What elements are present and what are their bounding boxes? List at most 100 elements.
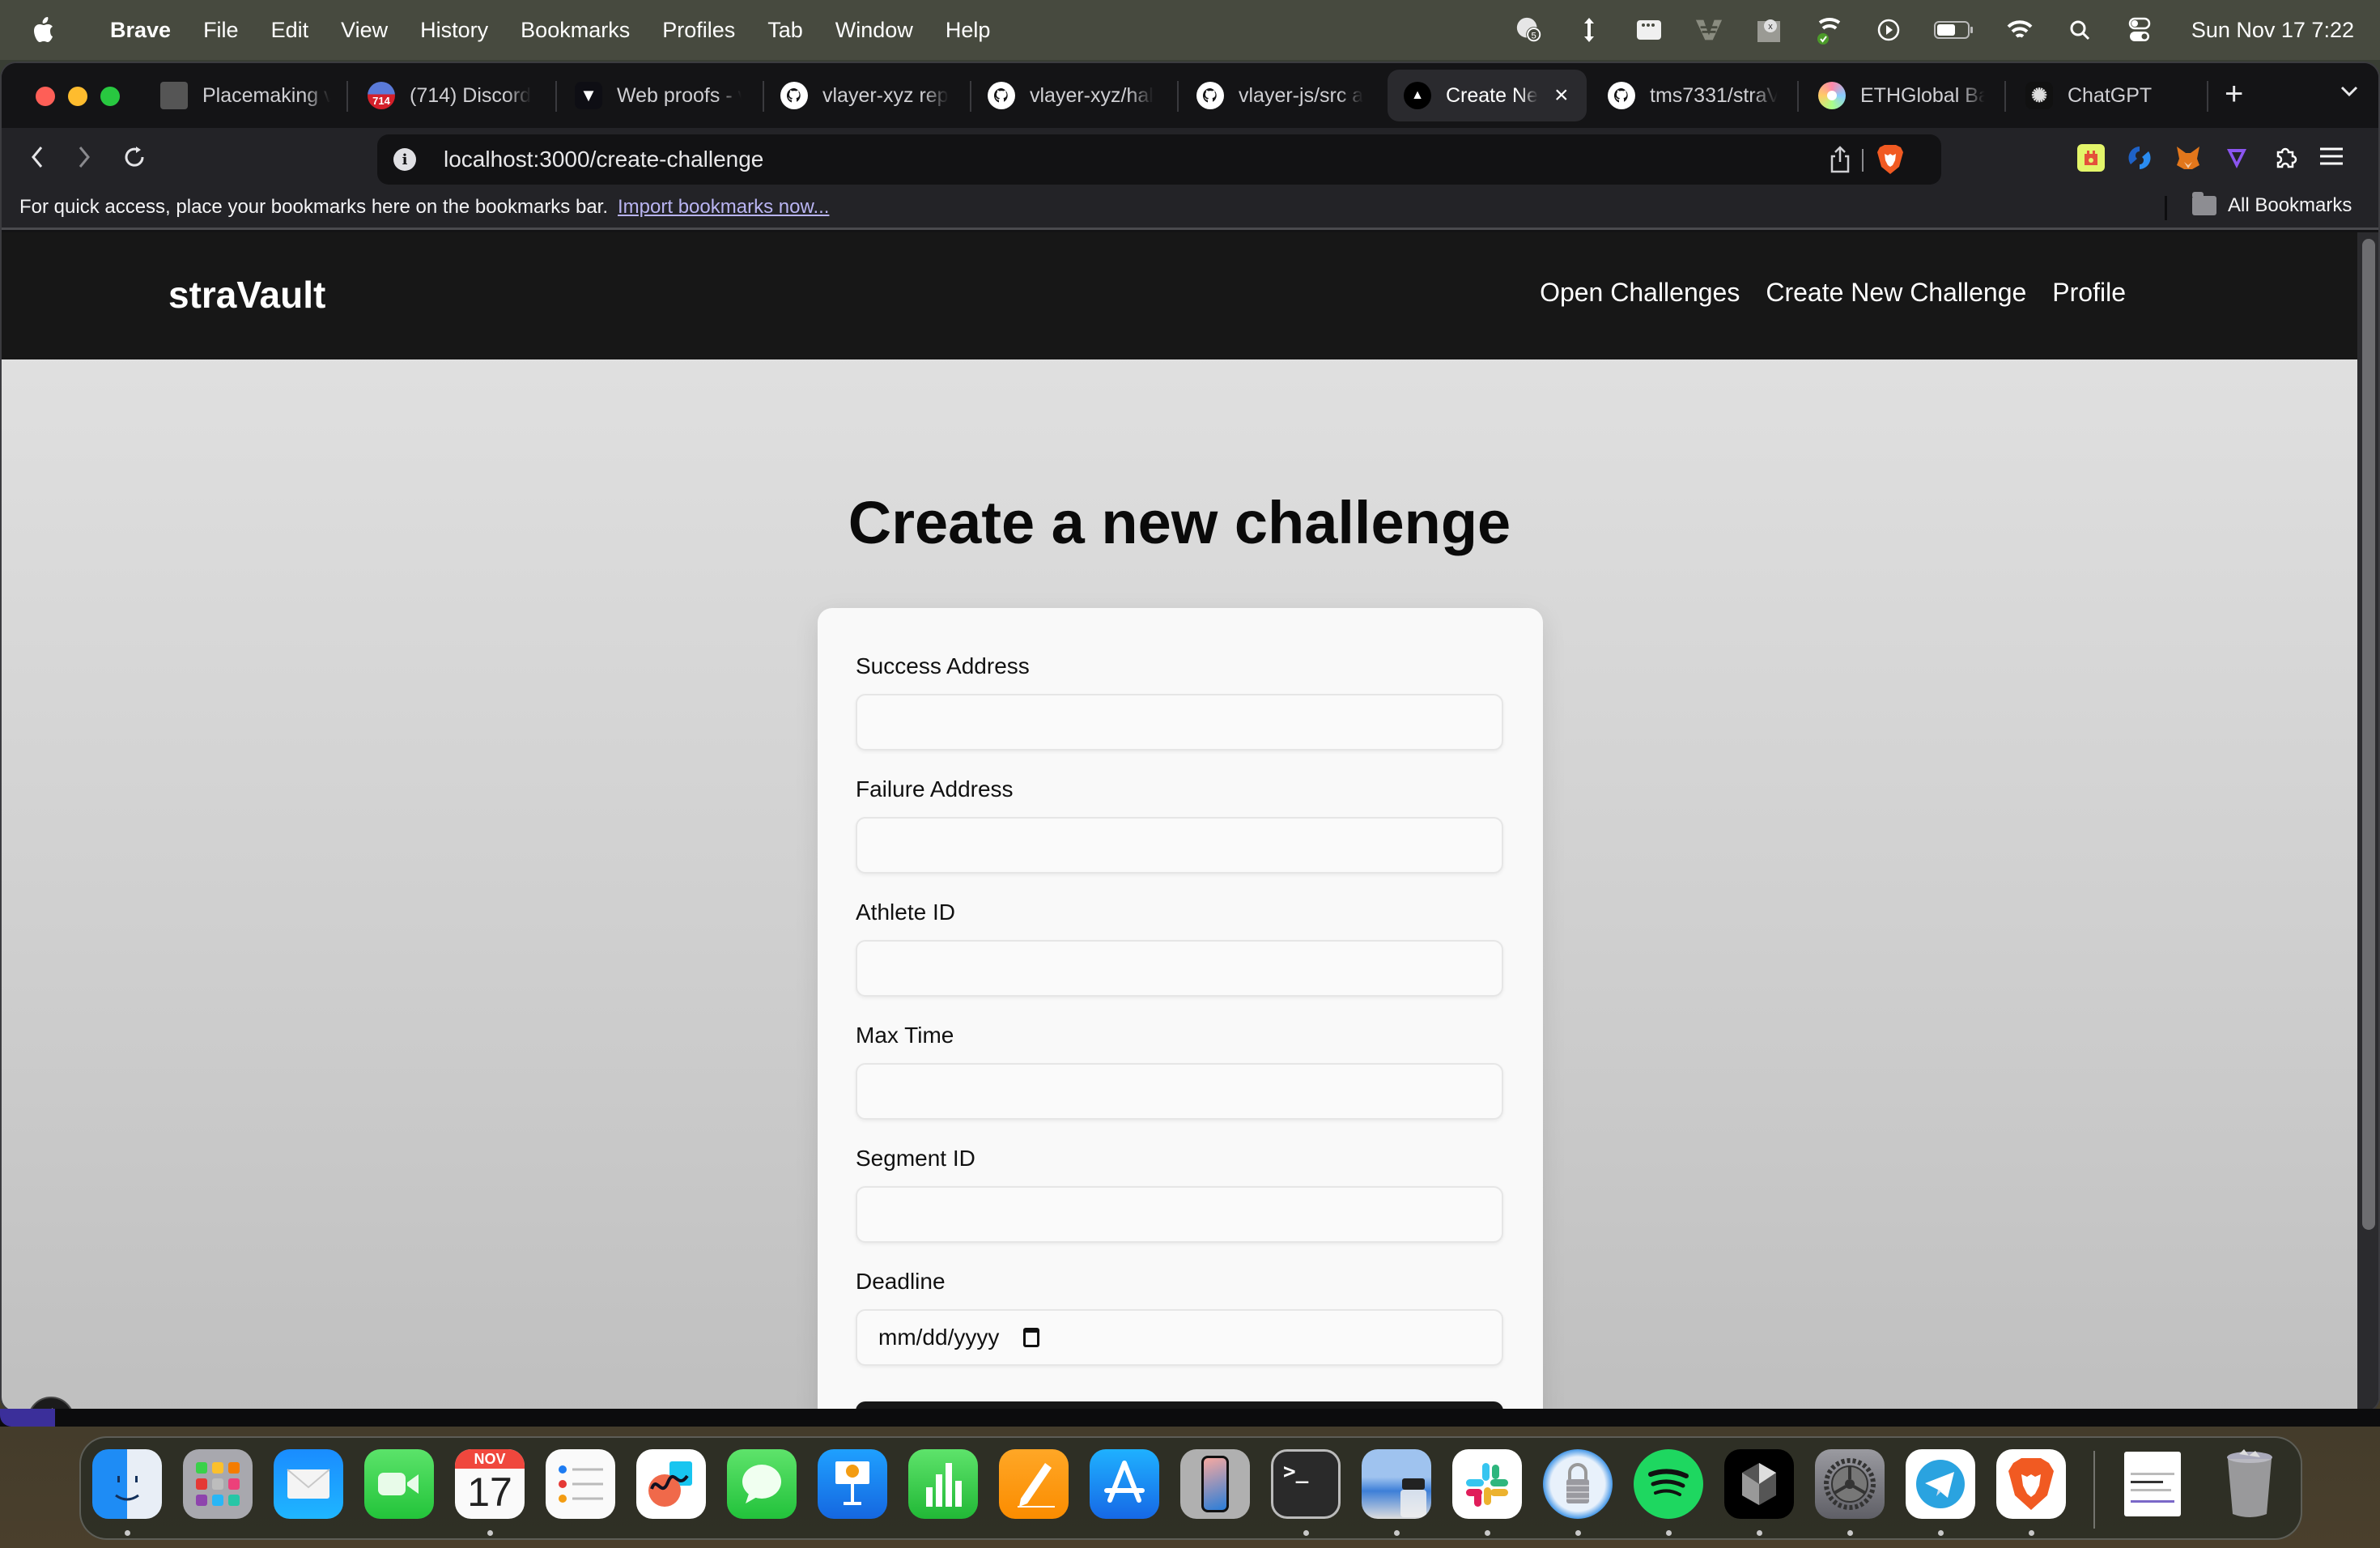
tab-label: vlayer-xyz rep bbox=[822, 83, 949, 107]
dock-recent-document-icon[interactable] bbox=[2118, 1449, 2187, 1519]
tab-web-proofs[interactable]: ▼ Web proofs - v bbox=[575, 70, 742, 121]
success-address-input[interactable] bbox=[856, 694, 1503, 751]
calendar-icon[interactable] bbox=[1023, 1328, 1040, 1347]
clock[interactable]: Sun Nov 17 7:22 bbox=[2191, 18, 2354, 43]
wifi-icon[interactable] bbox=[2005, 15, 2034, 45]
browser-window: Placemaking v 714 (714) Discord ▼ Web pr… bbox=[0, 62, 2380, 1412]
photo-icon[interactable]: x bbox=[1754, 15, 1783, 45]
search-icon[interactable] bbox=[2065, 15, 2094, 45]
deadline-input[interactable]: mm/dd/yyyy bbox=[856, 1309, 1503, 1366]
tab-tms7331-stravault[interactable]: tms7331/straV bbox=[1608, 70, 1778, 121]
dock-spotify-icon[interactable] bbox=[1634, 1449, 1703, 1519]
page-scrollbar[interactable] bbox=[2357, 232, 2378, 1410]
maximize-window-button[interactable] bbox=[100, 87, 120, 106]
menu-view[interactable]: View bbox=[341, 18, 388, 43]
dock-brave-icon[interactable] bbox=[1996, 1449, 2066, 1519]
dock-reminders-icon[interactable] bbox=[546, 1449, 615, 1519]
blue-s-extension-icon[interactable] bbox=[2126, 144, 2153, 172]
running-indicator bbox=[1938, 1530, 1944, 1536]
tab-vlayer-js-src[interactable]: vlayer-js/src a bbox=[1196, 70, 1368, 121]
dock-finder-icon[interactable] bbox=[92, 1449, 162, 1519]
all-bookmarks-button[interactable]: All Bookmarks bbox=[2192, 192, 2352, 217]
dock-system-settings-icon[interactable] bbox=[1815, 1449, 1885, 1519]
menu-bookmarks[interactable]: Bookmarks bbox=[521, 18, 630, 43]
dock-keychain-icon[interactable] bbox=[1543, 1449, 1613, 1519]
svg-text:x: x bbox=[1768, 22, 1773, 32]
tab-bar: Placemaking v 714 (714) Discord ▼ Web pr… bbox=[2, 63, 2378, 128]
window-dots-icon[interactable] bbox=[1634, 15, 1664, 45]
dock-freeform-icon[interactable] bbox=[636, 1449, 706, 1519]
close-tab-icon[interactable]: × bbox=[1554, 82, 1569, 109]
arrows-vertical-icon[interactable] bbox=[1575, 15, 1604, 45]
apple-menu-icon[interactable] bbox=[32, 16, 55, 44]
discord-badge: 714 bbox=[372, 94, 390, 107]
menu-help[interactable]: Help bbox=[946, 18, 991, 43]
dock-calendar-icon[interactable]: NOV 17 bbox=[455, 1449, 525, 1519]
max-time-input[interactable] bbox=[856, 1063, 1503, 1120]
v-logo-icon[interactable] bbox=[1694, 15, 1723, 45]
menu-edit[interactable]: Edit bbox=[271, 18, 309, 43]
dock-facetime-icon[interactable] bbox=[364, 1449, 434, 1519]
dock-cursor-icon[interactable] bbox=[1724, 1449, 1794, 1519]
site-info-icon[interactable]: i bbox=[393, 148, 416, 171]
dock-pages-icon[interactable] bbox=[999, 1449, 1069, 1519]
failure-address-input[interactable] bbox=[856, 817, 1503, 874]
site-logo[interactable]: straVault bbox=[168, 273, 325, 317]
vlayer-extension-icon[interactable] bbox=[2223, 144, 2250, 172]
dock-slack-icon[interactable] bbox=[1452, 1449, 1522, 1519]
tab-create-new-challenge[interactable]: ▲ Create Ne × bbox=[1388, 70, 1587, 121]
extensions-puzzle-icon[interactable] bbox=[2272, 144, 2299, 172]
tab-list-chevron-icon[interactable] bbox=[2340, 78, 2359, 104]
tab-discord[interactable]: 714 (714) Discord bbox=[368, 70, 534, 121]
menu-tab[interactable]: Tab bbox=[767, 18, 803, 43]
url-text[interactable]: localhost:3000/create-challenge bbox=[444, 147, 763, 172]
notification-badge-icon[interactable]: 5 bbox=[1515, 15, 1544, 45]
forward-button[interactable] bbox=[68, 141, 100, 173]
dock-terminal-icon[interactable]: >_ bbox=[1271, 1449, 1341, 1519]
metamask-extension-icon[interactable] bbox=[2174, 144, 2202, 172]
brave-shields-icon[interactable] bbox=[1876, 144, 1904, 175]
hamburger-menu-icon[interactable] bbox=[2318, 144, 2346, 172]
tab-placemaking[interactable]: Placemaking v bbox=[160, 70, 330, 121]
nav-open-challenges[interactable]: Open Challenges bbox=[1540, 278, 1740, 308]
tab-chatgpt[interactable]: ✺ ChatGPT bbox=[2025, 70, 2187, 121]
dock-app-store-icon[interactable] bbox=[1090, 1449, 1159, 1519]
menu-file[interactable]: File bbox=[203, 18, 239, 43]
share-icon[interactable] bbox=[1828, 146, 1852, 173]
tab-vlayer-xyz-hal[interactable]: vlayer-xyz/hal bbox=[988, 70, 1156, 121]
address-bar[interactable]: i localhost:3000/create-challenge bbox=[377, 134, 1941, 185]
dock-preview-icon[interactable] bbox=[1362, 1449, 1431, 1519]
minimize-window-button[interactable] bbox=[68, 87, 87, 106]
segment-id-input[interactable] bbox=[856, 1186, 1503, 1243]
menu-app-name[interactable]: Brave bbox=[110, 18, 171, 43]
wifi-check-icon[interactable] bbox=[1814, 15, 1843, 45]
tab-ethglobal[interactable]: ETHGlobal Ba bbox=[1818, 70, 1985, 121]
dock-numbers-icon[interactable] bbox=[908, 1449, 978, 1519]
menu-history[interactable]: History bbox=[420, 18, 488, 43]
tab-vlayer-xyz-rep[interactable]: vlayer-xyz rep bbox=[780, 70, 950, 121]
dock-trash-icon[interactable] bbox=[2215, 1449, 2284, 1519]
play-icon[interactable] bbox=[1874, 15, 1903, 45]
menu-window[interactable]: Window bbox=[835, 18, 913, 43]
dock-messages-icon[interactable] bbox=[727, 1449, 797, 1519]
hamsa-extension-icon[interactable] bbox=[2077, 144, 2105, 172]
bookmarks-bar: For quick access, place your bookmarks h… bbox=[2, 186, 2378, 230]
control-center-icon[interactable] bbox=[2125, 15, 2154, 45]
dock-iphone-mirroring-icon[interactable] bbox=[1180, 1449, 1250, 1519]
dock-mail-icon[interactable] bbox=[274, 1449, 343, 1519]
nav-profile[interactable]: Profile bbox=[2052, 278, 2126, 308]
running-indicator bbox=[487, 1530, 493, 1536]
import-bookmarks-link[interactable]: Import bookmarks now... bbox=[618, 196, 829, 219]
running-indicator bbox=[1303, 1530, 1309, 1536]
dock-telegram-icon[interactable] bbox=[1906, 1449, 1975, 1519]
dock-keynote-icon[interactable] bbox=[818, 1449, 887, 1519]
new-tab-button[interactable]: + bbox=[2225, 76, 2243, 113]
scrollbar-thumb[interactable] bbox=[2362, 239, 2375, 1230]
close-window-button[interactable] bbox=[36, 87, 55, 106]
reload-button[interactable] bbox=[118, 141, 151, 173]
back-button[interactable] bbox=[21, 141, 53, 173]
nav-create-new-challenge[interactable]: Create New Challenge bbox=[1766, 278, 2026, 308]
menu-profiles[interactable]: Profiles bbox=[662, 18, 735, 43]
athlete-id-input[interactable] bbox=[856, 940, 1503, 997]
dock-launchpad-icon[interactable] bbox=[183, 1449, 253, 1519]
